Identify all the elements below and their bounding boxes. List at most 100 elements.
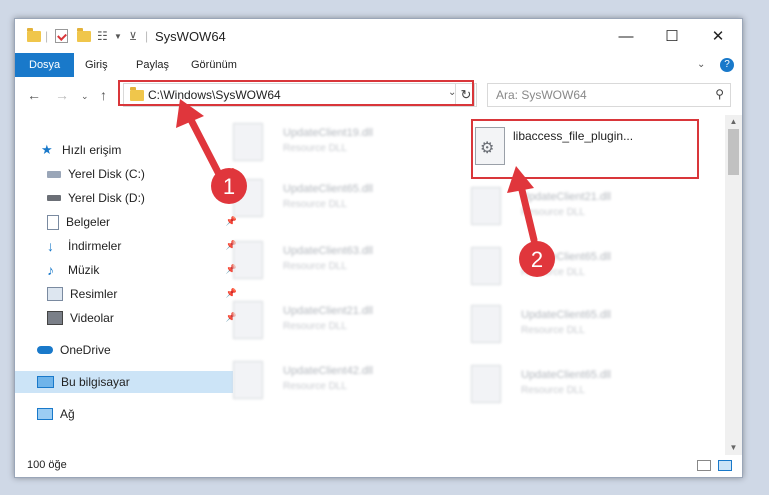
star-icon: ★ (41, 142, 53, 157)
large-icons-view-icon[interactable] (718, 460, 732, 471)
sidebar-item-label: Yerel Disk (D:) (68, 191, 145, 205)
up-arrow-icon[interactable]: ↑ (100, 87, 107, 103)
list-item[interactable]: UpdateClient19.dll Resource DLL (215, 119, 445, 173)
properties-icon[interactable] (55, 28, 68, 44)
list-item[interactable]: UpdateClient65.dll Resource DLL (453, 301, 683, 355)
separator: | (145, 29, 149, 43)
item-count: 100 öğe (27, 459, 67, 471)
sidebar-item-label: Yerel Disk (C:) (68, 167, 145, 181)
file-name: UpdateClient65.dll (521, 251, 611, 263)
dll-file-icon (233, 241, 263, 279)
address-highlight-box (118, 80, 474, 106)
sidebar-item-label: Hızlı erişim (62, 143, 122, 157)
file-type: Resource DLL (521, 267, 585, 278)
dll-file-icon (233, 301, 263, 339)
dll-file-icon (471, 187, 501, 225)
cloud-icon (37, 346, 53, 354)
help-icon[interactable]: ? (720, 58, 734, 72)
sidebar-item-local-disk-c[interactable]: Yerel Disk (C:) 📌 (15, 163, 243, 185)
download-icon: ↓ (47, 238, 54, 254)
list-item[interactable]: UpdateClient42.dll Resource DLL (215, 357, 445, 411)
file-name: UpdateClient63.dll (283, 245, 373, 257)
dll-file-icon (471, 305, 501, 343)
sidebar-item-network[interactable]: Ağ (15, 403, 233, 425)
list-item[interactable]: UpdateClient65.dll Resource DLL (215, 175, 445, 229)
dll-file-icon (471, 247, 501, 285)
list-item[interactable]: UpdateClient65.dll Resource DLL (453, 361, 683, 415)
sidebar-item-music[interactable]: ♪ Müzik 📌 (15, 259, 243, 281)
vertical-scrollbar[interactable]: ▲ ▼ (725, 115, 742, 455)
sidebar-item-documents[interactable]: Belgeler 📌 (15, 211, 243, 233)
list-item[interactable]: UpdateClient21.dll Resource DLL (453, 183, 683, 237)
file-name: UpdateClient65.dll (521, 309, 611, 321)
sidebar-item-downloads[interactable]: ↓ İndirmeler 📌 (15, 235, 243, 257)
file-type: Resource DLL (283, 143, 347, 154)
music-icon: ♪ (47, 262, 54, 278)
new-folder-icon[interactable] (77, 27, 91, 44)
sidebar-item-this-pc[interactable]: Bu bilgisayar (15, 371, 233, 393)
view-list-icon[interactable]: ☷ (97, 28, 108, 44)
details-view-icon[interactable] (697, 460, 711, 471)
folder-icon (27, 27, 41, 44)
tab-file[interactable]: Dosya (15, 53, 75, 77)
file-name: UpdateClient21.dll (521, 191, 611, 203)
back-arrow-icon[interactable]: ← (27, 87, 41, 103)
network-icon (37, 408, 53, 420)
explorer-window: | ☷ ▼ ⊻ | SysWOW64 — ☐ ✕ Dosya Giriş Pay… (14, 18, 743, 478)
sidebar-item-label: İndirmeler (68, 239, 122, 253)
document-icon (47, 214, 59, 230)
tab-view[interactable]: Görünüm (191, 53, 237, 77)
disk-icon (47, 195, 61, 201)
sidebar-item-pictures[interactable]: Resimler 📌 (15, 283, 243, 305)
tab-share[interactable]: Paylaş (136, 53, 169, 77)
sidebar-item-onedrive[interactable]: OneDrive (15, 339, 233, 361)
minimize-button[interactable]: — (603, 19, 649, 53)
sidebar-item-label: Bu bilgisayar (61, 375, 130, 389)
sidebar-item-videos[interactable]: Videolar 📌 (15, 307, 243, 329)
scrollbar-thumb[interactable] (728, 129, 739, 175)
forward-arrow-icon[interactable]: → (55, 87, 69, 103)
list-item[interactable]: UpdateClient63.dll Resource DLL (215, 237, 445, 291)
pictures-icon (47, 287, 63, 301)
dll-file-icon (233, 179, 263, 217)
file-type: Resource DLL (283, 381, 347, 392)
close-button[interactable]: ✕ (695, 19, 741, 53)
sidebar-item-quick-access[interactable]: ★ Hızlı erişim (15, 139, 237, 161)
scroll-up-icon[interactable]: ▲ (725, 117, 742, 126)
status-bar: 100 öğe (15, 455, 742, 477)
sidebar-item-label: Videolar (70, 311, 114, 325)
search-placeholder: Ara: SysWOW64 (496, 88, 587, 102)
video-icon (47, 311, 63, 325)
sidebar-item-local-disk-d[interactable]: Yerel Disk (D:) 📌 (15, 187, 243, 209)
file-name: UpdateClient65.dll (283, 183, 373, 195)
tab-home[interactable]: Giriş (85, 53, 108, 77)
scroll-down-icon[interactable]: ▼ (725, 443, 742, 452)
file-type: Resource DLL (283, 199, 347, 210)
separator: | (45, 29, 49, 43)
list-item[interactable]: UpdateClient65.dll Resource DLL (453, 243, 683, 297)
title-bar: | ☷ ▼ ⊻ | SysWOW64 — ☐ ✕ (15, 19, 742, 53)
file-type: Resource DLL (283, 261, 347, 272)
search-icon[interactable]: ⚲ (715, 87, 724, 101)
file-type: Resource DLL (521, 385, 585, 396)
computer-icon (37, 376, 54, 388)
sidebar-item-label: Resimler (70, 287, 118, 301)
recent-locations-icon[interactable]: ⌄ (81, 91, 89, 102)
navigation-pane: ★ Hızlı erişim Yerel Disk (C:) 📌 Yerel D… (15, 115, 237, 455)
dll-file-icon (471, 365, 501, 403)
maximize-button[interactable]: ☐ (649, 19, 695, 53)
file-name: UpdateClient19.dll (283, 127, 373, 139)
customize-toolbar-icon[interactable]: ⊻ (129, 28, 137, 44)
chevron-down-icon[interactable]: ▼ (114, 28, 122, 44)
sidebar-item-label: Belgeler (66, 215, 111, 229)
disk-icon (47, 170, 61, 178)
sidebar-item-label: Ağ (60, 407, 75, 421)
file-type: Resource DLL (521, 207, 585, 218)
dll-file-icon (233, 123, 263, 161)
sidebar-item-label: Müzik (68, 263, 100, 277)
chevron-down-icon[interactable]: ⌄ (697, 53, 705, 77)
file-name: UpdateClient65.dll (521, 369, 611, 381)
sidebar-item-label: OneDrive (60, 343, 111, 357)
list-item[interactable]: UpdateClient21.dll Resource DLL (215, 297, 445, 351)
search-input[interactable]: Ara: SysWOW64 ⚲ (487, 83, 731, 107)
